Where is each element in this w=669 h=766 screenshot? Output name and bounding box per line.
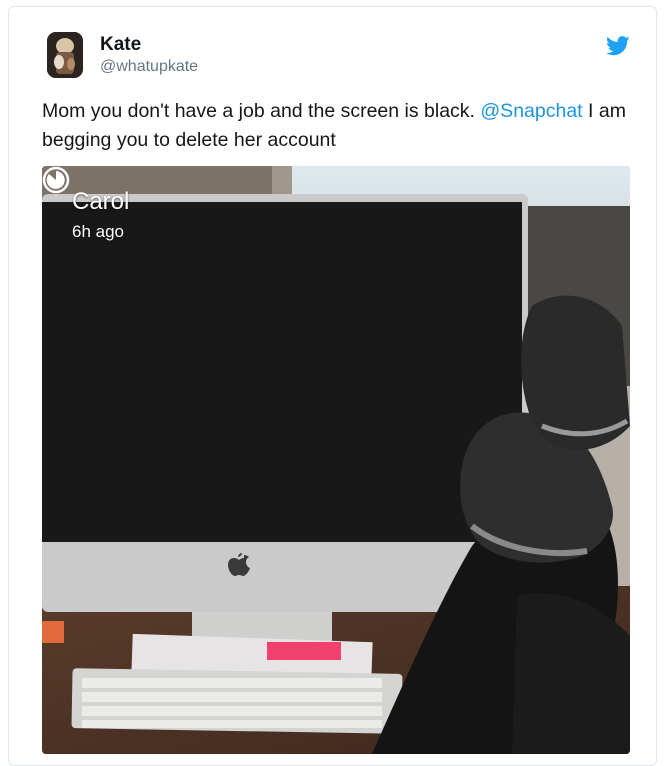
snap-sender-name: Carol: [72, 188, 130, 215]
author-name[interactable]: Kate: [100, 34, 141, 56]
tweet-text: Mom you don't have a job and the screen …: [42, 97, 632, 155]
author-handle[interactable]: @whatupkate: [100, 58, 198, 76]
avatar[interactable]: [47, 32, 83, 78]
snap-photo[interactable]: Carol 6h ago: [42, 166, 630, 754]
twitter-bird-icon[interactable]: [606, 36, 630, 56]
tweet-text-start: Mom you don't have a job and the screen …: [42, 100, 481, 122]
snap-timer-icon: [42, 166, 70, 194]
mention-link[interactable]: @Snapchat: [480, 100, 582, 122]
photo-illustration: [42, 166, 630, 754]
snap-timestamp: 6h ago: [72, 222, 124, 241]
